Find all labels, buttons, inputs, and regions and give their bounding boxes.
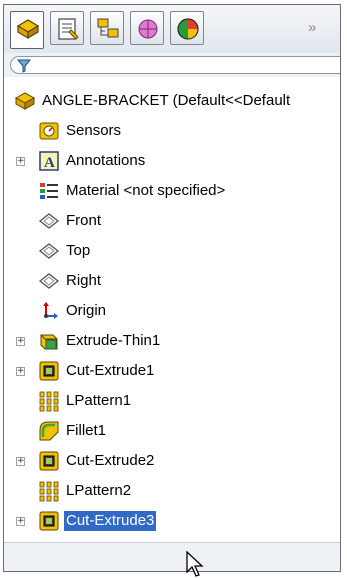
tree-item-label: Origin [66, 302, 107, 319]
feature-manager-icon [16, 19, 40, 40]
expand-toggle[interactable]: + [16, 517, 25, 526]
tree-item-label: LPattern1 [66, 392, 132, 409]
tree-item-label: Cut-Extrude1 [66, 362, 155, 379]
filter-bar [4, 53, 340, 77]
tree-item-label: Cut-Extrude2 [66, 452, 155, 469]
mouse-pointer-icon [186, 550, 204, 577]
cut-extrude-icon [39, 511, 59, 531]
expand-toggle[interactable]: + [16, 157, 25, 166]
plane-icon [38, 243, 60, 259]
tree-item-origin[interactable]: Origin [38, 299, 108, 323]
plane-icon [38, 213, 60, 229]
manager-tab-bar: » [4, 5, 340, 53]
sensors-icon [39, 122, 59, 140]
linear-pattern-icon [39, 481, 59, 502]
annotations-icon: A [39, 151, 59, 171]
tree-item-lpattern1[interactable]: LPattern1 [38, 389, 133, 413]
expand-toggle[interactable]: + [16, 367, 25, 376]
filter-icon [17, 59, 31, 73]
tree-item-label: Front [66, 212, 102, 229]
tree-item-right-plane[interactable]: Right [38, 269, 103, 293]
tree-filter-input[interactable] [10, 56, 340, 74]
tree-item-lpattern2[interactable]: LPattern2 [38, 479, 133, 503]
tree-item-cut-extrude2[interactable]: Cut-Extrude2 [38, 449, 156, 473]
fillet-icon [39, 421, 59, 441]
more-tabs-chevron-icon[interactable]: » [308, 19, 316, 36]
tree-item-label: Fillet1 [66, 422, 107, 439]
part-icon [14, 92, 36, 110]
tree-item-cut-extrude1[interactable]: Cut-Extrude1 [38, 359, 156, 383]
plane-icon [38, 273, 60, 289]
tree-root-part[interactable]: ANGLE-BRACKET (Default<<Default [14, 89, 292, 113]
cut-extrude-icon [39, 451, 59, 471]
expand-toggle[interactable]: + [16, 457, 25, 466]
tree-item-label: Extrude-Thin1 [66, 332, 161, 349]
dimxpert-manager-icon [138, 19, 158, 39]
expand-toggle[interactable]: + [16, 337, 25, 346]
tab-configuration-manager[interactable] [90, 11, 124, 45]
tab-dimxpert-manager[interactable] [130, 11, 164, 45]
tree-item-front-plane[interactable]: Front [38, 209, 103, 233]
tree-item-label: Material <not specified> [66, 182, 226, 199]
tree-item-fillet1[interactable]: Fillet1 [38, 419, 108, 443]
tree-item-label: Top [66, 242, 91, 259]
tab-display-manager[interactable] [170, 11, 204, 45]
property-manager-icon [58, 18, 79, 40]
display-manager-icon [177, 18, 199, 40]
tree-item-annotations[interactable]: A Annotations [38, 149, 147, 173]
feature-manager-panel: » ANGLE-BRACKET (Default<<Default Sensor… [3, 4, 341, 572]
tree-root-label: ANGLE-BRACKET (Default<<Default [42, 92, 291, 109]
tree-item-material[interactable]: Material <not specified> [38, 179, 227, 203]
origin-icon [43, 302, 58, 319]
tree-item-label: LPattern2 [66, 482, 132, 499]
tab-property-manager[interactable] [50, 11, 84, 45]
tab-feature-manager[interactable] [10, 11, 44, 49]
configuration-manager-icon [97, 18, 119, 38]
material-icon [40, 183, 58, 199]
linear-pattern-icon [39, 391, 59, 412]
extrude-thin-icon [40, 334, 58, 350]
panel-bottom-bar [4, 542, 340, 571]
tree-item-label: Sensors [66, 122, 122, 139]
tree-item-label: Right [66, 272, 102, 289]
cut-extrude-icon [39, 361, 59, 381]
tree-item-label: Cut-Extrude3 [64, 511, 157, 531]
tree-item-cut-extrude3[interactable]: Cut-Extrude3 [38, 509, 157, 533]
tree-item-extrude-thin1[interactable]: Extrude-Thin1 [38, 329, 162, 353]
tree-item-top-plane[interactable]: Top [38, 239, 92, 263]
tree-item-label: Annotations [66, 152, 146, 169]
tree-item-sensors[interactable]: Sensors [38, 119, 123, 143]
svg-text:A: A [44, 155, 55, 171]
